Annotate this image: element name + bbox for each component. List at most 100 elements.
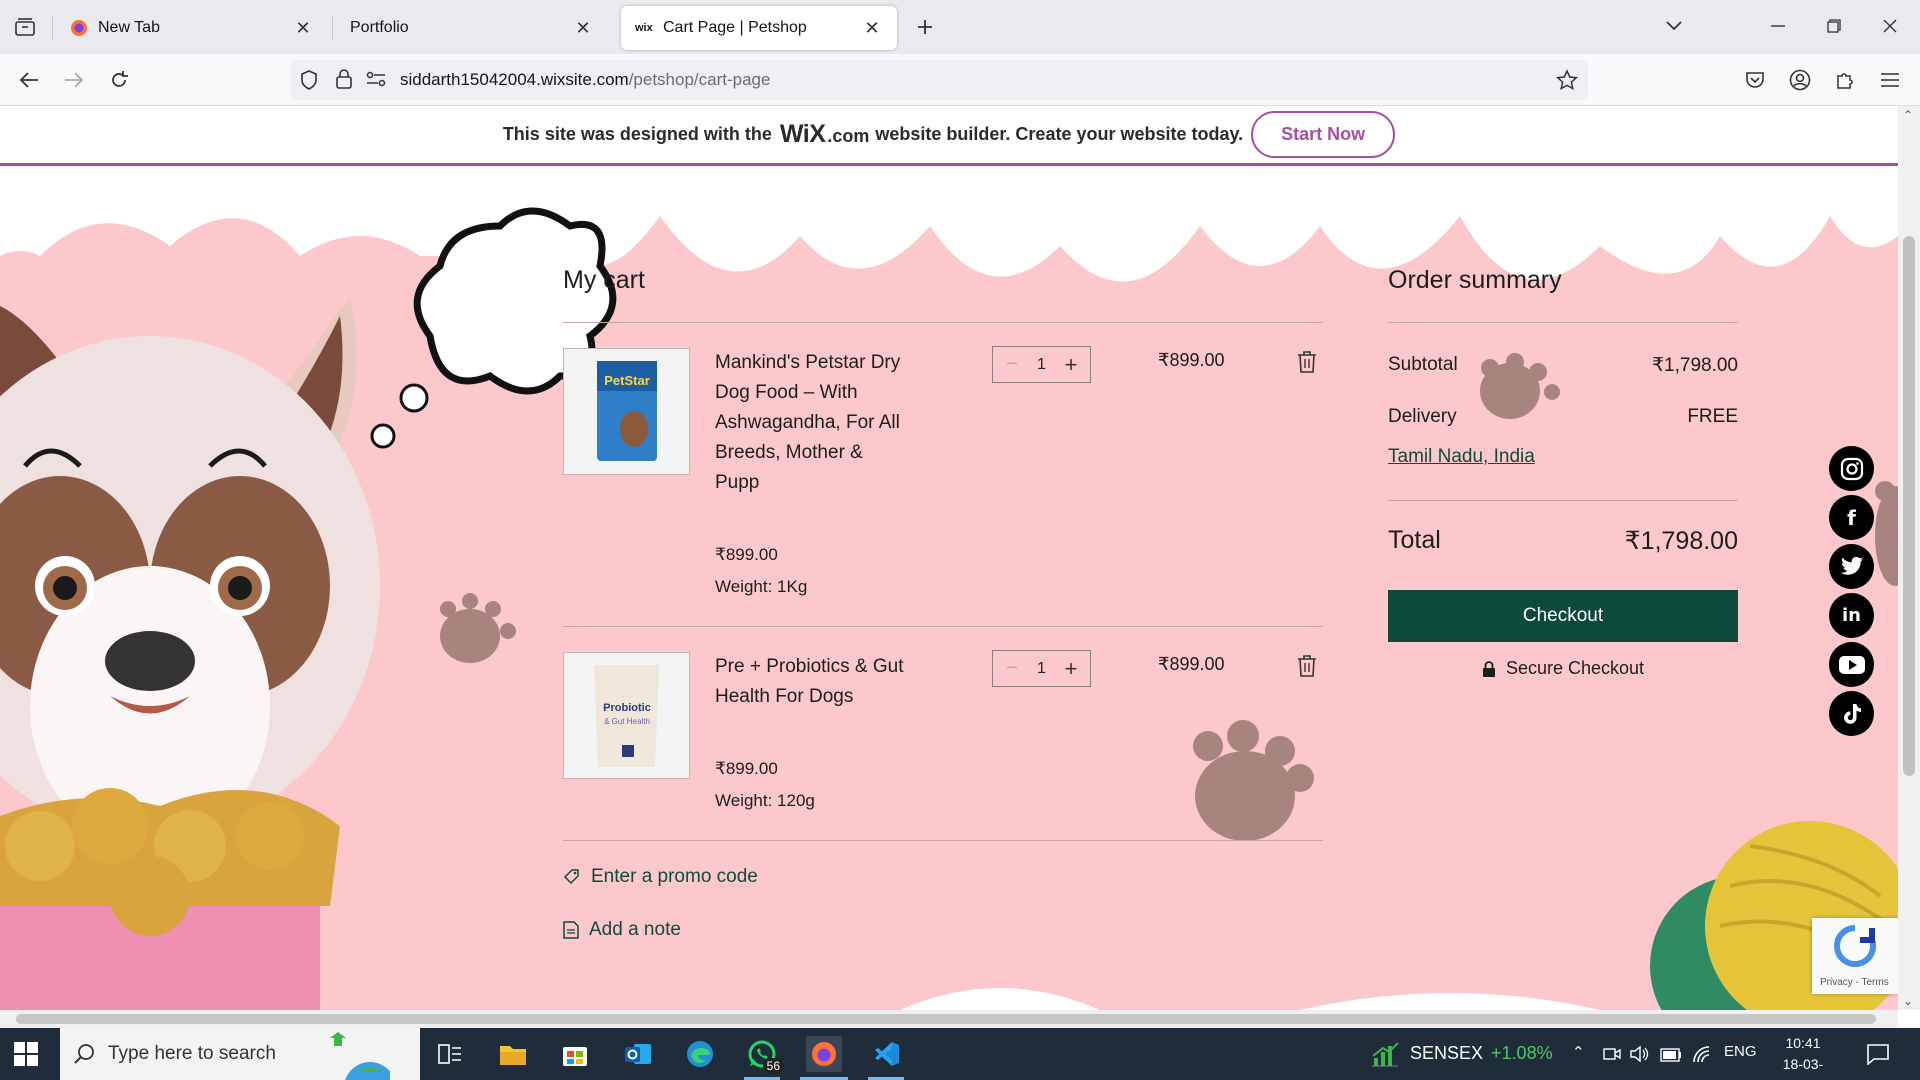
url-path: /petshop/cart-page	[628, 70, 771, 89]
tab-portfolio[interactable]: Portfolio ✕	[336, 6, 608, 50]
divider	[563, 322, 1323, 323]
recycle-earth-icon	[330, 1032, 390, 1080]
pocket-icon[interactable]	[1740, 65, 1770, 95]
scrollbar-thumb[interactable]	[1903, 236, 1915, 776]
microsoft-store-icon[interactable]	[557, 1036, 593, 1072]
url-host: siddarth15042004.wixsite.com	[400, 70, 629, 89]
stock-label: SENSEX	[1410, 1043, 1484, 1063]
tab-title: Cart Page | Petshop	[663, 19, 807, 36]
close-window-icon[interactable]	[1872, 10, 1908, 42]
windows-start-icon[interactable]	[14, 1042, 38, 1066]
lock-icon[interactable]	[336, 69, 352, 94]
battery-icon[interactable]	[1660, 1048, 1682, 1062]
vertical-scrollbar[interactable]: ⌃ ⌄	[1898, 106, 1920, 1010]
show-hidden-icons-chevron-icon[interactable]: ⌃	[1572, 1043, 1585, 1061]
instagram-icon[interactable]	[1829, 446, 1874, 491]
scroll-down-arrow-icon[interactable]: ⌄	[1903, 994, 1913, 1008]
windows-taskbar: Type here to search 56 SENSEX +1.08% ⌃ EN…	[0, 1028, 1920, 1080]
search-placeholder: Type here to search	[108, 1043, 276, 1064]
taskbar-search-input[interactable]: Type here to search	[60, 1028, 420, 1080]
notification-center-icon[interactable]	[1866, 1043, 1890, 1065]
quantity-stepper[interactable]: − 1 +	[992, 650, 1091, 687]
site-permissions-icon[interactable]	[366, 71, 386, 92]
increase-quantity-button[interactable]: +	[1060, 352, 1082, 378]
extensions-puzzle-icon[interactable]	[1830, 65, 1860, 95]
trash-icon[interactable]	[1296, 350, 1318, 374]
task-view-icon[interactable]	[432, 1036, 468, 1072]
delivery-value: FREE	[1687, 406, 1738, 427]
tab-cart-page[interactable]: wix Cart Page | Petshop ✕	[621, 6, 897, 50]
product-name[interactable]: Mankind's Petstar Dry Dog Food – With As…	[715, 348, 905, 498]
twitter-icon[interactable]	[1829, 544, 1874, 589]
firefox-icon	[71, 20, 87, 36]
tag-icon	[563, 869, 579, 885]
system-clock[interactable]: 10:41 18-03-2025	[1768, 1033, 1838, 1080]
recaptcha-badge[interactable]: Privacy - Terms	[1812, 918, 1898, 994]
delivery-location-link[interactable]: Tamil Nadu, India	[1388, 446, 1535, 468]
quantity-value[interactable]: 1	[1037, 356, 1046, 374]
linkedin-icon[interactable]: in	[1829, 593, 1874, 638]
volume-icon[interactable]	[1630, 1045, 1650, 1063]
close-tab-icon[interactable]: ✕	[292, 17, 314, 39]
list-all-tabs-chevron-icon[interactable]	[1656, 10, 1692, 42]
scrollbar-thumb[interactable]	[16, 1014, 1876, 1024]
bookmark-star-icon[interactable]	[1555, 69, 1579, 96]
whatsapp-icon[interactable]: 56	[744, 1036, 784, 1074]
recaptcha-icon	[1834, 925, 1877, 967]
line-price: ₹899.00	[1158, 654, 1225, 674]
tab-list-icon[interactable]	[10, 14, 40, 40]
edge-icon[interactable]	[682, 1036, 718, 1072]
minimize-icon[interactable]	[1760, 10, 1796, 42]
order-summary-title: Order summary	[1388, 266, 1562, 294]
background-illustration	[0, 166, 1898, 1010]
language-indicator[interactable]: ENG	[1724, 1043, 1757, 1060]
back-arrow-icon[interactable]	[14, 65, 44, 95]
line-price: ₹899.00	[1158, 350, 1225, 370]
meet-now-icon[interactable]	[1603, 1045, 1621, 1063]
decrease-quantity-button[interactable]: −	[1001, 657, 1023, 680]
tiktok-icon[interactable]	[1829, 691, 1874, 736]
divider	[563, 840, 1323, 841]
close-tab-icon[interactable]: ✕	[572, 17, 594, 39]
facebook-icon[interactable]: f	[1829, 495, 1874, 540]
youtube-icon[interactable]	[1829, 642, 1874, 687]
quantity-stepper[interactable]: − 1 +	[992, 346, 1091, 383]
restore-icon[interactable]	[1816, 10, 1852, 42]
close-tab-icon[interactable]: ✕	[861, 17, 883, 39]
tab-new-tab[interactable]: New Tab ✕	[56, 6, 328, 50]
quantity-value[interactable]: 1	[1037, 660, 1046, 678]
account-icon[interactable]	[1785, 65, 1815, 95]
total-label: Total	[1388, 526, 1441, 554]
product-image[interactable]: Probiotic & Gut Health	[563, 652, 690, 779]
horizontal-scrollbar[interactable]	[0, 1010, 1898, 1028]
subtotal-row: Subtotal ₹1,798.00	[1388, 354, 1738, 377]
tab-title: Portfolio	[350, 19, 409, 36]
outlook-icon[interactable]	[620, 1036, 656, 1072]
address-bar[interactable]: siddarth15042004.wixsite.com/petshop/car…	[290, 60, 1588, 100]
promo-code-link[interactable]: Enter a promo code	[563, 866, 758, 888]
firefox-taskbar-icon[interactable]	[806, 1036, 842, 1072]
cart-title: My cart	[563, 266, 645, 294]
scroll-up-arrow-icon[interactable]: ⌃	[1903, 108, 1913, 122]
recaptcha-links[interactable]: Privacy - Terms	[1820, 977, 1889, 988]
notification-badge: 56	[762, 1058, 784, 1074]
lock-icon	[1482, 660, 1495, 677]
vscode-icon[interactable]	[868, 1036, 904, 1072]
product-name[interactable]: Pre + Probiotics & Gut Health For Dogs	[715, 652, 905, 712]
decrease-quantity-button[interactable]: −	[1001, 353, 1023, 376]
menu-hamburger-icon[interactable]	[1875, 65, 1905, 95]
url-text: siddarth15042004.wixsite.com/petshop/car…	[400, 70, 770, 90]
forward-arrow-icon[interactable]	[59, 65, 89, 95]
stock-ticker[interactable]: SENSEX +1.08%	[1410, 1043, 1553, 1064]
tracking-shield-icon[interactable]	[300, 70, 318, 95]
reload-icon[interactable]	[104, 65, 134, 95]
file-explorer-icon[interactable]	[495, 1036, 531, 1072]
product-image[interactable]: PetStar	[563, 348, 690, 475]
increase-quantity-button[interactable]: +	[1060, 656, 1082, 682]
new-tab-plus-icon[interactable]	[912, 14, 938, 40]
wifi-icon[interactable]	[1692, 1046, 1712, 1064]
start-now-button[interactable]: Start Now	[1251, 111, 1396, 158]
checkout-button[interactable]: Checkout	[1388, 590, 1738, 642]
add-note-link[interactable]: Add a note	[563, 919, 681, 941]
trash-icon[interactable]	[1296, 654, 1318, 678]
